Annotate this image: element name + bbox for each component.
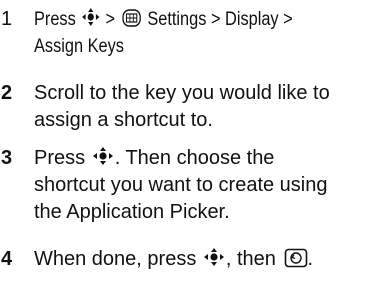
step-text-line: Scroll to the key you would like to (34, 82, 330, 104)
step-text-part: When done, press (34, 248, 197, 270)
step-text-part: shortcut you want to create using (34, 174, 328, 196)
instruction-steps: 1 Press > Settings > Display > Assign Ke… (0, 0, 385, 284)
step-number: 4 (1, 248, 13, 270)
step-text: When done, press , then . (34, 246, 384, 273)
step-text: Scroll to the key you would like to assi… (34, 80, 384, 134)
step-text-part: . (307, 248, 314, 270)
step-number: 3 (1, 147, 13, 169)
navigation-center-key-icon (92, 147, 113, 165)
step-text-part: Assign Keys (34, 36, 124, 57)
step-text: Press . Then choose the shortcut you wan… (34, 145, 384, 226)
navigation-center-key-icon (203, 248, 224, 266)
step-text-part: , then (225, 248, 276, 270)
step-number: 1 (1, 8, 13, 30)
step-text-part: Settings > Display > (147, 9, 293, 30)
step-text-line: assign a shortcut to. (34, 109, 213, 131)
step-number: 2 (1, 82, 13, 104)
step-text: Press > Settings > Display > Assign Keys (34, 6, 378, 60)
back-key-icon (284, 248, 307, 268)
step-text-part: Press (34, 9, 76, 30)
step-text-part: . Then choose the (114, 147, 275, 169)
step-text-part: > (105, 9, 116, 30)
step-text-part: Press (34, 147, 86, 169)
step-text-part: the Application Picker. (34, 201, 230, 223)
navigation-center-key-icon (82, 8, 100, 26)
menu-key-icon (121, 9, 141, 27)
